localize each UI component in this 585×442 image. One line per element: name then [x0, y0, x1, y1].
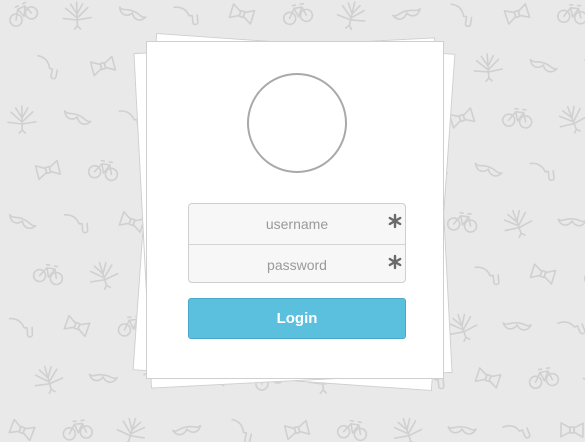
login-button[interactable]: Login	[188, 298, 406, 339]
bowtie-icon	[283, 419, 311, 441]
bicycle-icon	[336, 419, 368, 442]
bicycle-icon	[62, 419, 94, 441]
username-row	[189, 204, 405, 244]
pipe-icon	[37, 54, 59, 80]
bowtie-icon	[529, 263, 557, 285]
leaf-icon	[473, 53, 504, 82]
pipe-icon	[557, 321, 585, 335]
avatar-placeholder	[247, 73, 347, 173]
password-row	[189, 244, 405, 282]
password-input[interactable]	[189, 245, 405, 282]
pipe-icon	[474, 266, 500, 286]
bowtie-icon	[448, 107, 476, 129]
leaf-icon	[7, 105, 37, 134]
bowtie-icon	[8, 418, 36, 442]
bowtie-icon	[89, 55, 117, 77]
pipe-icon	[173, 6, 199, 26]
mustache-icon	[557, 217, 585, 227]
bicycle-icon	[556, 3, 585, 25]
credentials-group	[188, 203, 406, 283]
leaf-icon	[558, 105, 585, 134]
pipe-icon	[231, 418, 253, 442]
bowtie-icon	[63, 314, 91, 338]
bicycle-icon	[446, 211, 478, 233]
mustache-icon	[118, 6, 147, 21]
leaf-icon	[34, 365, 64, 395]
bowtie-icon	[118, 211, 146, 233]
bowtie-icon	[560, 422, 584, 438]
pipe-icon	[502, 424, 531, 439]
leaf-icon	[503, 209, 533, 238]
bicycle-icon	[501, 107, 533, 129]
mustache-icon	[88, 373, 118, 383]
mustache-icon	[502, 321, 532, 331]
leaf-icon	[336, 1, 366, 31]
leaf-icon	[89, 261, 119, 291]
bicycle-icon	[9, 1, 39, 27]
bowtie-icon	[34, 159, 62, 181]
mustache-icon	[447, 425, 477, 435]
leaf-icon	[582, 365, 585, 391]
mustache-icon	[63, 110, 92, 125]
leaf-icon	[393, 417, 423, 442]
bicycle-icon	[87, 159, 119, 182]
bicycle-icon	[528, 367, 560, 390]
mustache-icon	[172, 424, 202, 436]
mustache-icon	[392, 7, 421, 20]
login-card: Login	[146, 41, 444, 379]
mustache-icon	[474, 162, 503, 177]
asterisk-icon	[388, 213, 402, 229]
mustache-icon	[9, 213, 37, 230]
bicycle-icon	[282, 2, 314, 26]
username-input[interactable]	[189, 204, 405, 244]
mustache-icon	[529, 58, 558, 73]
pipe-icon	[450, 3, 473, 28]
bicycle-icon	[32, 263, 64, 286]
pipe-icon	[529, 162, 555, 182]
asterisk-icon	[388, 254, 402, 270]
pipe-icon	[63, 214, 89, 234]
leaf-icon	[116, 417, 146, 442]
bowtie-icon	[474, 367, 502, 389]
bowtie-icon	[228, 3, 256, 25]
pipe-icon	[8, 317, 34, 338]
bowtie-icon	[503, 3, 531, 25]
leaf-icon	[62, 1, 92, 30]
